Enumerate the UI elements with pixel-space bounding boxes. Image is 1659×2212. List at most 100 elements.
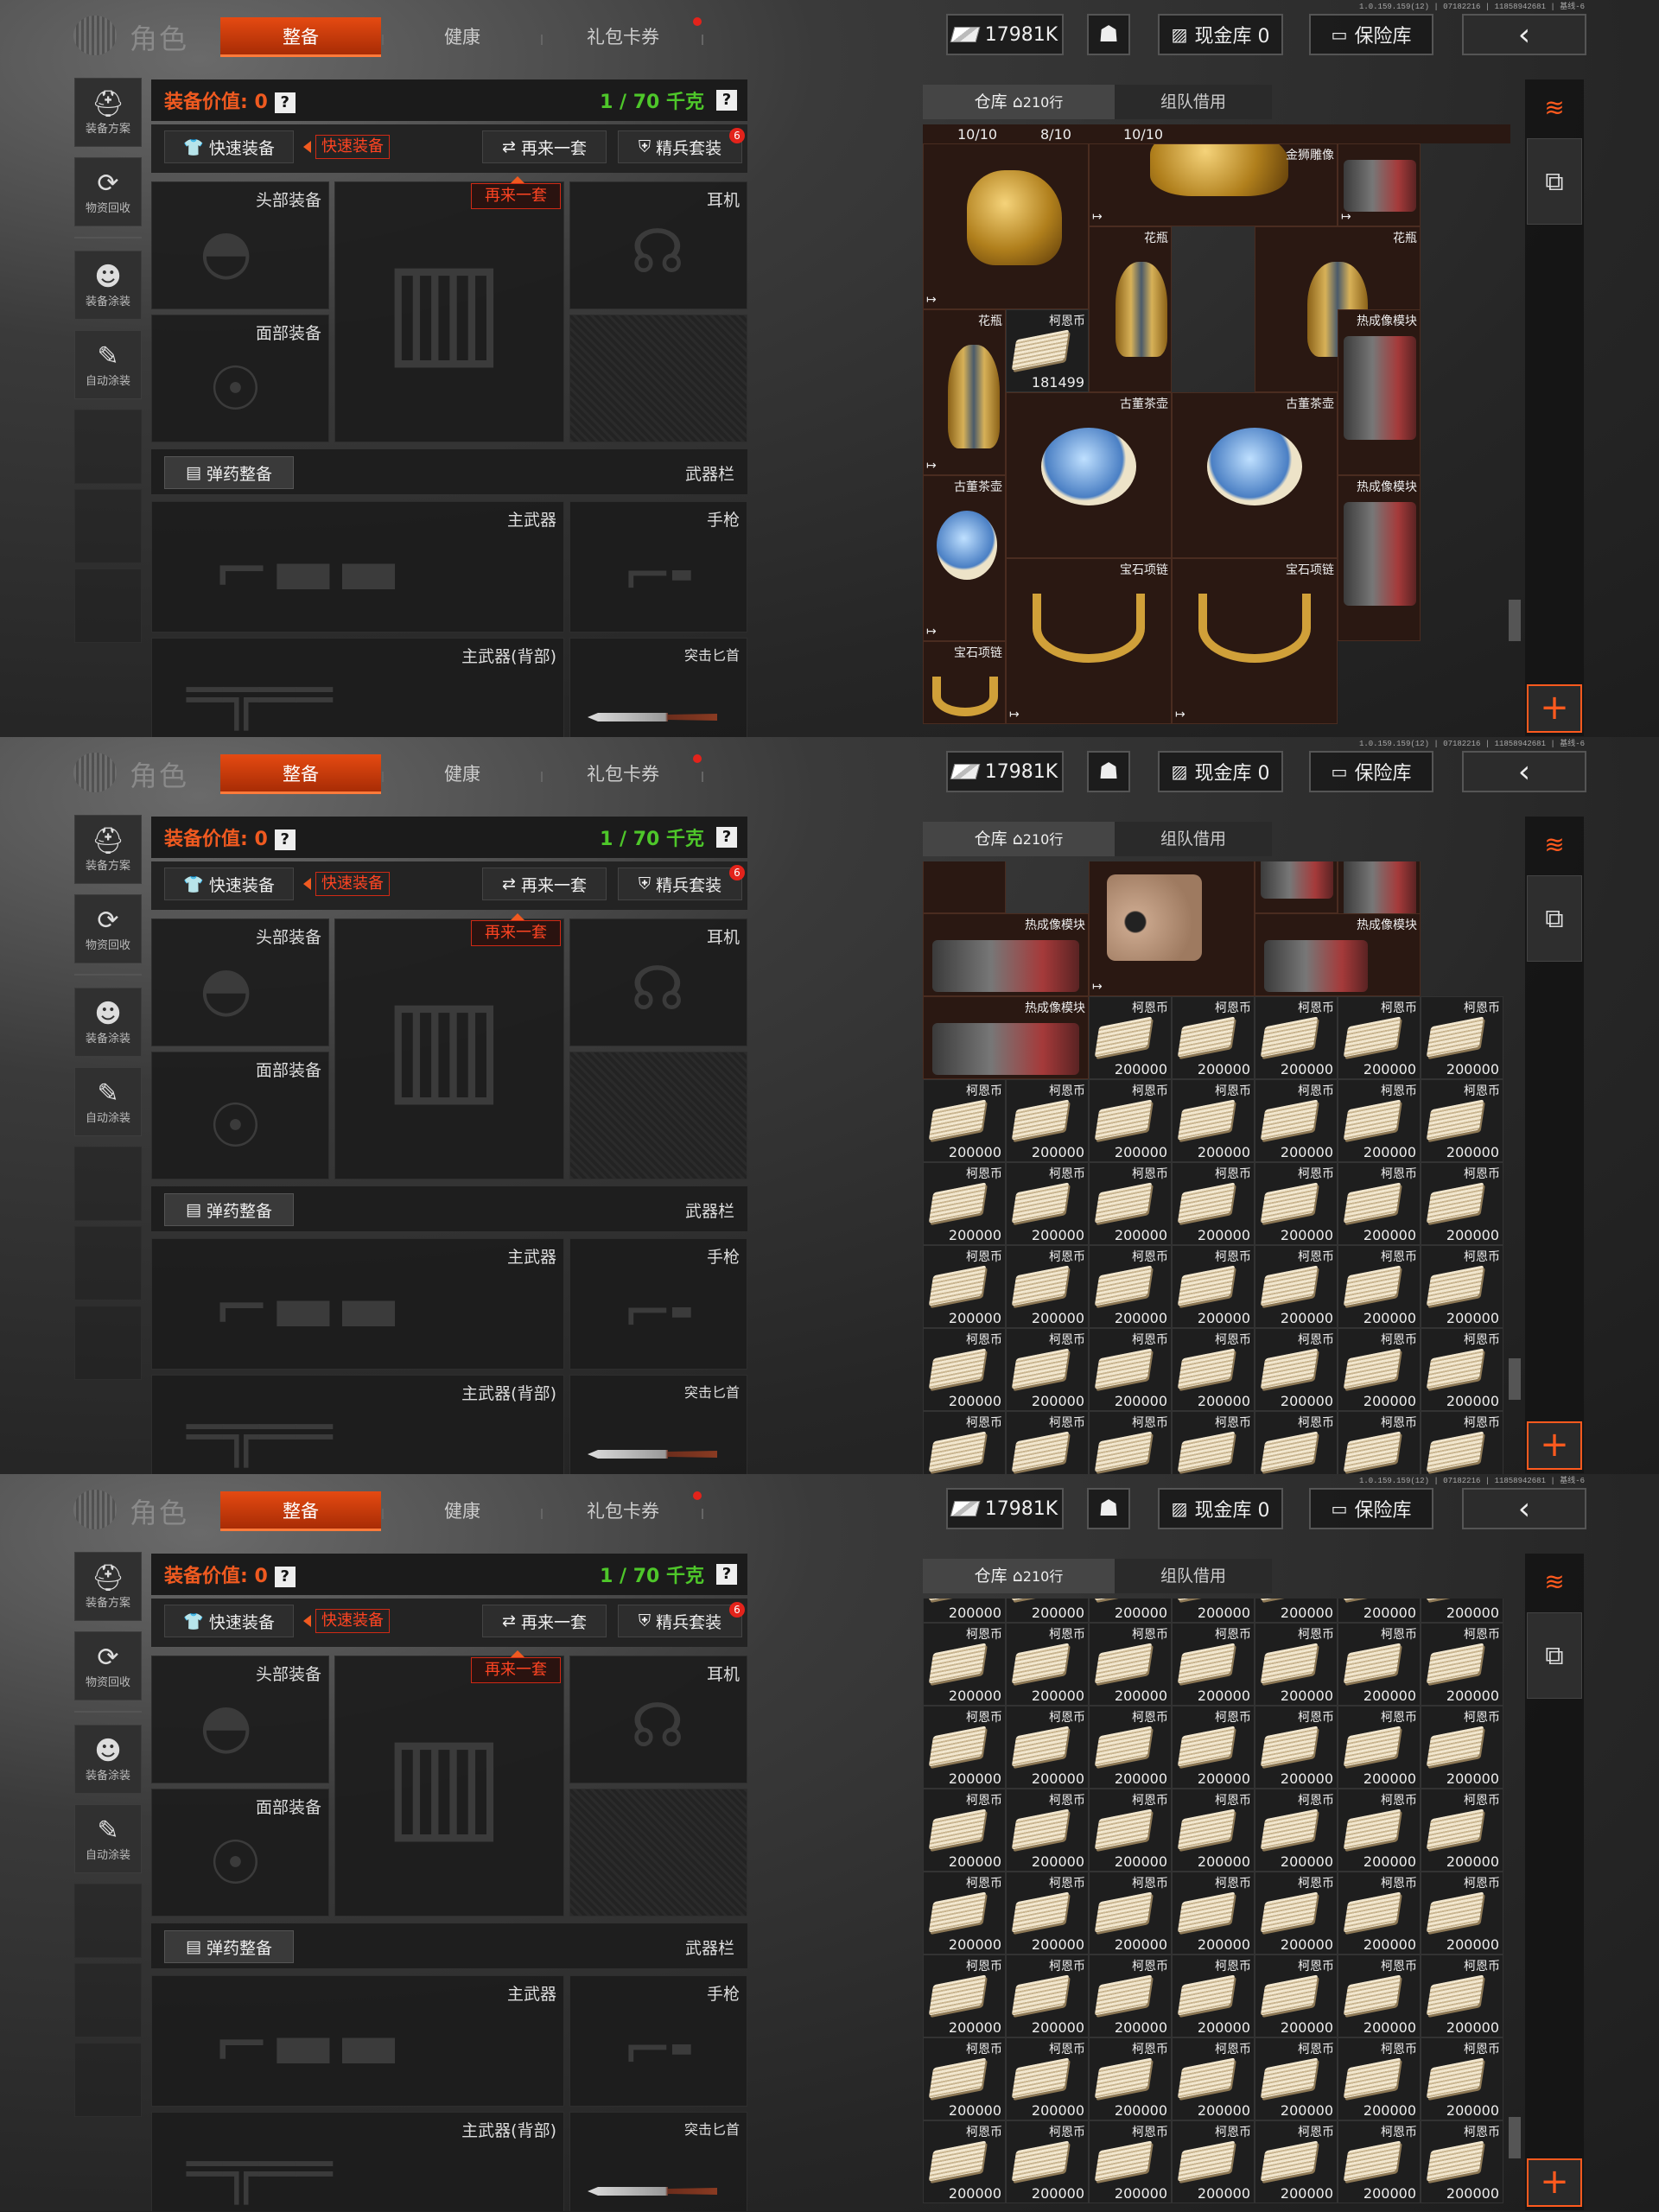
coin-stack-item[interactable]: 柯恩币200000: [1255, 1955, 1338, 2037]
laser-sight-item[interactable]: ↦: [1089, 861, 1255, 996]
coin-stack-item[interactable]: 柯恩币200000: [1089, 1245, 1172, 1328]
cash-vault-button[interactable]: ▨ 现金库 0: [1158, 1488, 1283, 1529]
sidebar-item-paint[interactable]: ☻ 装备涂装: [74, 251, 142, 320]
face-slot[interactable]: 面部装备 ☉: [151, 315, 329, 442]
coin-stack-item[interactable]: 柯恩币200000: [1255, 1079, 1338, 1162]
coin-stack-item[interactable]: 柯恩币200000: [1089, 1872, 1172, 1955]
quick-equip-button[interactable]: 👕 快速装备: [164, 868, 294, 900]
coin-stack-item[interactable]: 柯恩币200000: [1338, 1872, 1421, 1955]
tab-warehouse[interactable]: 仓库 ⌂210行: [923, 1559, 1115, 1593]
sidebar-item-auto-paint[interactable]: ✎ 自动涂装: [74, 1067, 142, 1136]
coin-stack-item[interactable]: 柯恩币200000: [1338, 996, 1421, 1079]
melee-slot[interactable]: 突击匕首: [569, 1375, 747, 1474]
coin-stack-item[interactable]: 柯恩币 181499: [1006, 309, 1089, 392]
coin-stack-item[interactable]: 柯恩币200000: [1006, 1706, 1089, 1789]
thermal-module-item[interactable]: [1255, 861, 1338, 913]
coin-stack-item[interactable]: 柯恩币200000: [1006, 2120, 1089, 2203]
stash-scrollbar[interactable]: [1509, 600, 1521, 641]
melee-slot[interactable]: 突击匕首: [569, 638, 747, 737]
coin-stack-item[interactable]: 柯恩币200000: [1338, 1162, 1421, 1245]
armor-slot[interactable]: ▥: [334, 1656, 564, 1916]
coin-stack-item[interactable]: 柯恩币200000: [923, 1955, 1006, 2037]
insurance-button[interactable]: ▭ 保险库: [1309, 14, 1433, 55]
again-button[interactable]: ⇄ 再来一套: [482, 1605, 607, 1637]
head-slot[interactable]: 头部装备 ◓: [151, 918, 329, 1046]
coin-stack-item[interactable]: 柯恩币200000: [1255, 1706, 1338, 1789]
coin-stack-item[interactable]: 柯恩币200000: [1172, 1328, 1255, 1411]
add-button[interactable]: +: [1527, 2158, 1582, 2207]
tab-equip[interactable]: 整备: [220, 1491, 381, 1531]
lion-statue-item[interactable]: ↦: [923, 143, 1089, 309]
layers-icon[interactable]: ⧉: [1527, 875, 1582, 962]
coin-stack-item[interactable]: 柯恩币200000: [923, 1623, 1006, 1706]
coin-stack-item[interactable]: 柯恩币200000: [1089, 1328, 1172, 1411]
ammo-button[interactable]: ▤ 弹药整备: [164, 1930, 294, 1963]
elite-set-button[interactable]: ⛨ 精兵套装 6: [618, 128, 745, 163]
coin-stack-item[interactable]: 柯恩币200000: [1421, 2120, 1503, 2203]
elite-set-button[interactable]: ⛨ 精兵套装 6: [618, 1602, 745, 1637]
help-icon[interactable]: ?: [716, 827, 737, 848]
coin-stack-item[interactable]: 柯恩币200000: [923, 1411, 1006, 1474]
coin-stack-item[interactable]: 柯恩币200000: [1421, 1079, 1503, 1162]
coin-stack-item[interactable]: 柯恩币200000: [1006, 1623, 1089, 1706]
coin-stack-item[interactable]: 柯恩币200000: [1255, 996, 1338, 1079]
primary-weapon-slot[interactable]: 主武器 ⌐▬▬: [151, 1975, 564, 2107]
coin-stack-item[interactable]: 柯恩币200000: [1255, 2037, 1338, 2120]
coin-stack-item[interactable]: 柯恩币200000: [923, 2037, 1006, 2120]
coin-stack-item[interactable]: 柯恩币200000: [1006, 1955, 1089, 2037]
tab-equip[interactable]: 整备: [220, 17, 381, 57]
primary-weapon-slot[interactable]: 主武器 ⌐▬▬: [151, 501, 564, 632]
coin-stack-item[interactable]: 柯恩币200000: [1006, 1599, 1089, 1623]
coin-stack-item[interactable]: 柯恩币200000: [1089, 1623, 1172, 1706]
coin-stack-item[interactable]: 柯恩币200000: [1089, 1599, 1172, 1623]
coin-stack-item[interactable]: 柯恩币200000: [1255, 1328, 1338, 1411]
currency-display[interactable]: 17981K: [946, 1488, 1064, 1529]
tab-equip[interactable]: 整备: [220, 754, 381, 794]
headset-slot[interactable]: 耳机 ☊: [569, 1656, 747, 1783]
coin-stack-item[interactable]: 柯恩币200000: [1089, 1162, 1172, 1245]
coin-stack-item[interactable]: 柯恩币200000: [1338, 1328, 1421, 1411]
coin-stack-item[interactable]: 柯恩币200000: [1255, 1623, 1338, 1706]
again-button[interactable]: ⇄ 再来一套: [482, 130, 607, 163]
tab-gift-cards[interactable]: 礼包卡券: [543, 1491, 703, 1531]
coin-stack-item[interactable]: 柯恩币200000: [1172, 1872, 1255, 1955]
cash-vault-button[interactable]: ▨ 现金库 0: [1158, 14, 1283, 55]
coin-stack-item[interactable]: 柯恩币200000: [1421, 1872, 1503, 1955]
pistol-slot[interactable]: 手枪 ⌐╸: [569, 1238, 747, 1370]
coin-stack-item[interactable]: 柯恩币200000: [1172, 996, 1255, 1079]
coin-stack-item[interactable]: 柯恩币200000: [1006, 1328, 1089, 1411]
sort-icon[interactable]: ≋: [1527, 818, 1582, 870]
vase-item[interactable]: 花瓶 ↦: [923, 309, 1006, 475]
tab-health[interactable]: 健康: [382, 1491, 543, 1531]
coin-stack-item[interactable]: 柯恩币200000: [1006, 1079, 1089, 1162]
help-icon[interactable]: ?: [716, 90, 737, 111]
coin-stack-item[interactable]: 柯恩币200000: [1421, 1162, 1503, 1245]
coin-stack-item[interactable]: 柯恩币200000: [1255, 1789, 1338, 1872]
teapot-item[interactable]: 古董茶壶: [1172, 392, 1338, 558]
sidebar-item-recycle[interactable]: ⟳ 物资回收: [74, 1631, 142, 1700]
elite-set-button[interactable]: ⛨ 精兵套装 6: [618, 865, 745, 900]
tab-warehouse[interactable]: 仓库 ⌂210行: [923, 85, 1115, 119]
tab-health[interactable]: 健康: [382, 754, 543, 794]
coin-stack-item[interactable]: 柯恩币200000: [1172, 1245, 1255, 1328]
face-slot[interactable]: 面部装备 ☉: [151, 1052, 329, 1179]
cash-vault-button[interactable]: ▨ 现金库 0: [1158, 751, 1283, 792]
operator-icon[interactable]: ☗: [1087, 751, 1130, 792]
again-button[interactable]: ⇄ 再来一套: [482, 868, 607, 900]
coin-stack-item[interactable]: 柯恩币200000: [1421, 1955, 1503, 2037]
coin-stack-item[interactable]: 柯恩币200000: [1421, 1245, 1503, 1328]
coin-stack-item[interactable]: 柯恩币200000: [1006, 1789, 1089, 1872]
coin-stack-item[interactable]: 柯恩币200000: [1006, 2037, 1089, 2120]
coin-stack-item[interactable]: 柯恩币200000: [1338, 1411, 1421, 1474]
melee-slot[interactable]: 突击匕首: [569, 2112, 747, 2211]
layers-icon[interactable]: ⧉: [1527, 138, 1582, 225]
coin-stack-item[interactable]: 柯恩币200000: [1255, 1599, 1338, 1623]
coin-stack-item[interactable]: 柯恩币200000: [923, 1872, 1006, 1955]
primary-weapon-slot[interactable]: 主武器 ⌐▬▬: [151, 1238, 564, 1370]
coin-stack-item[interactable]: 柯恩币200000: [923, 1162, 1006, 1245]
coin-stack-item[interactable]: 柯恩币200000: [1172, 2120, 1255, 2203]
sidebar-item-recycle[interactable]: ⟳ 物资回收: [74, 894, 142, 963]
thermal-module-item[interactable]: 热成像模块: [1338, 309, 1421, 475]
coin-stack-item[interactable]: 柯恩币200000: [1089, 1411, 1172, 1474]
coin-stack-item[interactable]: 柯恩币200000: [1338, 2120, 1421, 2203]
